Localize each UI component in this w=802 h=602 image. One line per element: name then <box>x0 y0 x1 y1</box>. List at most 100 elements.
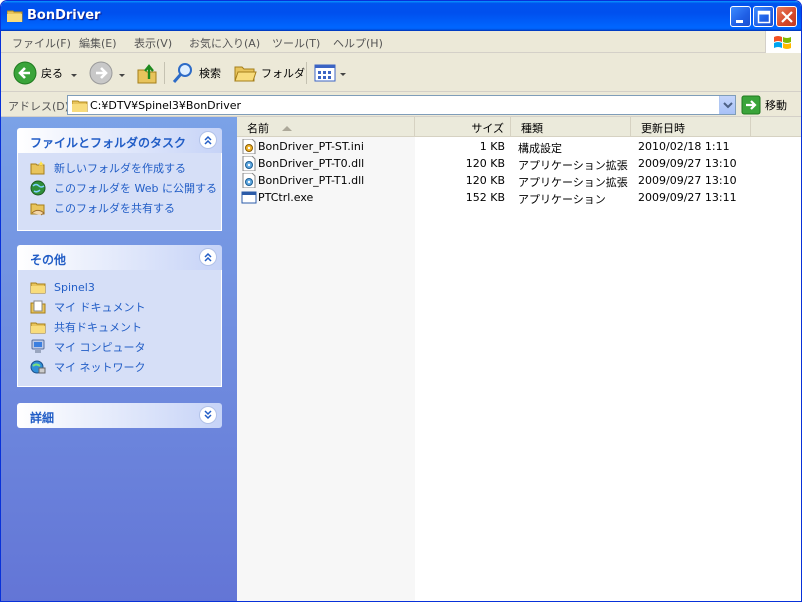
column-header-size[interactable]: サイズ <box>415 117 511 137</box>
address-dropdown-button[interactable] <box>719 96 735 114</box>
up-folder-icon <box>137 64 157 84</box>
toolbar-separator <box>164 62 165 84</box>
window-title: BonDriver <box>27 8 101 23</box>
place-label: マイ コンピュータ <box>54 341 146 354</box>
folder-icon <box>30 282 46 294</box>
computer-icon <box>31 339 45 353</box>
file-size: 152 KB <box>465 191 505 204</box>
up-folder-button[interactable] <box>135 60 159 86</box>
file-type: アプリケーション <box>518 193 606 206</box>
forward-dropdown-icon[interactable] <box>119 74 125 77</box>
globe-icon <box>30 180 46 196</box>
file-name: BonDriver_PT-T1.dll <box>258 174 365 187</box>
task-new-folder[interactable]: 新しいフォルダを作成する <box>30 159 186 177</box>
address-input[interactable]: C:¥DTV¥Spinel3¥BonDriver <box>67 95 736 115</box>
panel-title: ファイルとフォルダのタスク <box>30 136 187 150</box>
search-label: 検索 <box>199 67 221 80</box>
close-button[interactable] <box>776 6 797 27</box>
minimize-button[interactable] <box>730 6 751 27</box>
address-bar: アドレス(D) C:¥DTV¥Spinel3¥BonDriver 移動 <box>1 93 801 117</box>
file-row[interactable]: PTCtrl.exe 152 KB アプリケーション 2009/09/27 13… <box>237 189 801 206</box>
maximize-button[interactable] <box>753 6 774 27</box>
column-name-label: 名前 <box>247 122 269 135</box>
back-dropdown-icon[interactable] <box>71 74 77 77</box>
address-path: C:¥DTV¥Spinel3¥BonDriver <box>90 99 242 112</box>
search-icon <box>172 63 192 83</box>
windows-logo <box>765 31 801 53</box>
file-folder-tasks-panel: ファイルとフォルダのタスク 新しいフォルダを作成する このフォルダを Web に… <box>17 128 222 231</box>
place-label: 共有ドキュメント <box>54 321 142 334</box>
my-documents-icon <box>30 300 46 314</box>
views-dropdown-icon[interactable] <box>340 73 346 76</box>
panel-header[interactable]: ファイルとフォルダのタスク <box>17 128 222 153</box>
file-list-view[interactable]: 名前 サイズ 種類 更新日時 BonDriver_PT-ST.ini 1 KB … <box>237 117 801 601</box>
sorted-column-highlight <box>237 137 415 601</box>
place-my-computer[interactable]: マイ コンピュータ <box>30 338 146 356</box>
go-button[interactable]: 移動 <box>741 95 787 115</box>
folders-button[interactable]: フォルダ <box>233 60 305 86</box>
folder-icon <box>7 10 23 22</box>
place-label: マイ ネットワーク <box>54 361 146 374</box>
menu-bar: ファイル(F) 編集(E) 表示(V) お気に入り(A) ツール(T) ヘルプ(… <box>1 31 801 53</box>
place-shared-documents[interactable]: 共有ドキュメント <box>30 318 142 336</box>
place-my-documents[interactable]: マイ ドキュメント <box>30 298 146 316</box>
file-type: アプリケーション拡張 <box>518 176 628 189</box>
maximize-icon <box>757 10 771 24</box>
address-label: アドレス(D) <box>8 100 70 113</box>
double-chevron-up-icon <box>204 135 212 145</box>
menu-file[interactable]: ファイル(F) <box>12 35 71 51</box>
column-size-label: サイズ <box>471 122 504 135</box>
back-button[interactable]: 戻る <box>13 60 63 86</box>
menu-view[interactable]: 表示(V) <box>134 35 172 51</box>
menu-help[interactable]: ヘルプ(H) <box>333 35 383 51</box>
panel-header[interactable]: その他 <box>17 245 222 270</box>
expand-button[interactable] <box>199 406 217 424</box>
file-row[interactable]: BonDriver_PT-T1.dll 120 KB アプリケーション拡張 20… <box>237 172 801 189</box>
search-button[interactable]: 検索 <box>171 60 221 86</box>
column-header-name[interactable]: 名前 <box>237 117 415 137</box>
task-label: このフォルダを共有する <box>54 202 175 215</box>
column-modified-label: 更新日時 <box>641 122 685 135</box>
file-modified: 2009/09/27 13:10 <box>638 174 737 187</box>
task-publish-web[interactable]: このフォルダを Web に公開する <box>30 179 217 197</box>
shared-folder-icon <box>30 203 45 216</box>
column-headers: 名前 サイズ 種類 更新日時 <box>237 117 801 137</box>
dll-file-icon <box>242 156 256 171</box>
collapse-button[interactable] <box>199 248 217 266</box>
panel-title: 詳細 <box>30 411 55 425</box>
menu-edit[interactable]: 編集(E) <box>79 35 117 51</box>
file-name: PTCtrl.exe <box>258 191 314 204</box>
panel-title: その他 <box>30 253 67 267</box>
file-row[interactable]: BonDriver_PT-ST.ini 1 KB 構成設定 2010/02/18… <box>237 138 801 155</box>
forward-button[interactable] <box>89 60 113 86</box>
new-folder-icon <box>30 161 45 175</box>
back-label: 戻る <box>41 67 63 80</box>
file-type: 構成設定 <box>518 142 562 155</box>
task-pane: ファイルとフォルダのタスク 新しいフォルダを作成する このフォルダを Web に… <box>1 117 237 601</box>
column-type-label: 種類 <box>521 122 543 135</box>
menu-favorites[interactable]: お気に入り(A) <box>189 35 260 51</box>
column-header-type[interactable]: 種類 <box>511 117 631 137</box>
network-icon <box>30 360 46 374</box>
task-label: このフォルダを Web に公開する <box>54 182 217 195</box>
forward-arrow-icon <box>89 61 113 85</box>
folder-icon <box>72 100 88 112</box>
file-row[interactable]: BonDriver_PT-T0.dll 120 KB アプリケーション拡張 20… <box>237 155 801 172</box>
column-header-modified[interactable]: 更新日時 <box>631 117 751 137</box>
place-my-network[interactable]: マイ ネットワーク <box>30 358 146 376</box>
explorer-window: BonDriver ファイル(F) 編集(E) 表示(V) お気に入り(A) ツ… <box>0 0 802 602</box>
title-bar[interactable]: BonDriver <box>1 1 801 31</box>
file-modified: 2009/09/27 13:11 <box>638 191 737 204</box>
task-share-folder[interactable]: このフォルダを共有する <box>30 199 175 217</box>
ini-file-icon <box>242 139 256 154</box>
place-spinel3[interactable]: Spinel3 <box>30 278 95 296</box>
minimize-icon <box>736 20 743 23</box>
views-button[interactable] <box>313 60 337 86</box>
panel-header[interactable]: 詳細 <box>17 403 222 428</box>
file-modified: 2009/09/27 13:10 <box>638 157 737 170</box>
file-name: BonDriver_PT-T0.dll <box>258 157 365 170</box>
collapse-button[interactable] <box>199 131 217 149</box>
back-arrow-icon <box>13 61 37 85</box>
panel-body: 新しいフォルダを作成する このフォルダを Web に公開する このフォルダを共有… <box>17 153 222 231</box>
menu-tools[interactable]: ツール(T) <box>272 35 320 51</box>
